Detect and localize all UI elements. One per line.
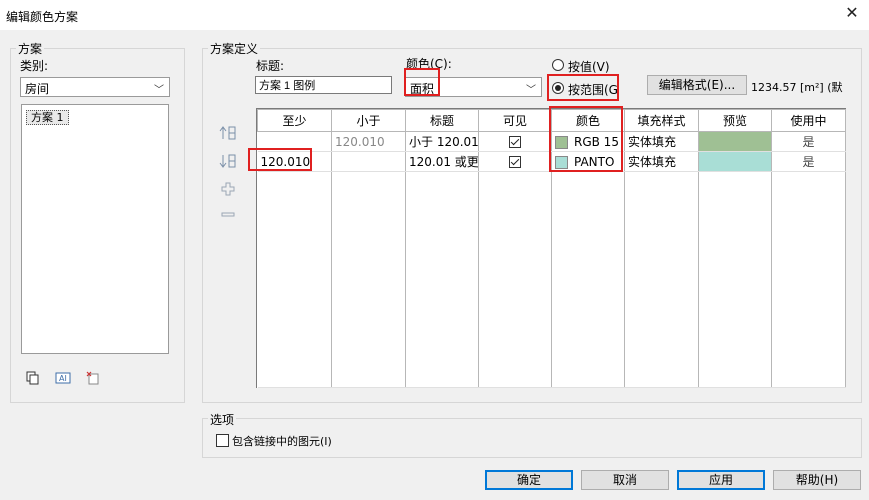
delete-icon[interactable]	[84, 369, 102, 387]
include-links-label: 包含链接中的图元(I)	[232, 435, 332, 448]
title-bar	[0, 0, 869, 30]
rename-icon[interactable]: AI	[54, 369, 72, 387]
title-label: 标题:	[256, 59, 285, 73]
insert-below-icon[interactable]	[219, 152, 237, 170]
caption-cell[interactable]: 120.01 或更	[405, 151, 479, 172]
visible-checkbox[interactable]	[509, 136, 521, 148]
column-header-at-least[interactable]: 至少	[257, 109, 332, 132]
scheme-group-label: 方案	[16, 40, 45, 57]
highlight-box	[547, 74, 619, 101]
fill-pattern-cell[interactable]: 实体填充	[624, 151, 699, 172]
insert-above-icon[interactable]	[219, 124, 237, 142]
help-button[interactable]: 帮助(H)	[773, 470, 861, 490]
svg-text:AI: AI	[59, 374, 67, 383]
scheme-list[interactable]: 方案 1	[21, 104, 169, 354]
include-links-checkbox[interactable]	[216, 434, 229, 447]
by-value-label: 按值(V)	[568, 60, 610, 74]
column-header-preview[interactable]: 预览	[698, 109, 772, 132]
visible-cell	[478, 151, 552, 172]
legend-title-input[interactable]	[255, 76, 392, 94]
by-value-radio[interactable]	[552, 59, 564, 71]
options-group-label: 选项	[208, 411, 237, 428]
window-title: 编辑颜色方案	[6, 10, 79, 24]
column-header-visible[interactable]: 可见	[478, 109, 552, 132]
ok-button[interactable]: 确定	[485, 470, 573, 490]
scheme-list-item[interactable]: 方案 1	[26, 110, 69, 125]
in-use-cell: 是	[771, 131, 846, 152]
apply-button[interactable]: 应用	[677, 470, 765, 490]
visible-cell	[478, 131, 552, 152]
format-example: 1234.57 [m²] (默	[751, 81, 843, 94]
column-header-caption[interactable]: 标题	[405, 109, 479, 132]
add-value-icon[interactable]	[219, 180, 237, 198]
caption-cell[interactable]: 小于 120.01	[405, 131, 479, 152]
visible-checkbox[interactable]	[509, 156, 521, 168]
highlight-box	[549, 106, 623, 172]
preview-cell	[698, 151, 772, 172]
category-value: 房间	[25, 82, 50, 96]
less-than-cell[interactable]: 120.010	[331, 131, 406, 152]
edit-format-button[interactable]: 编辑格式(E)...	[647, 75, 747, 95]
table-empty-area	[257, 171, 846, 388]
category-label: 类别:	[20, 59, 49, 73]
duplicate-icon[interactable]	[24, 369, 42, 387]
column-header-in-use[interactable]: 使用中	[771, 109, 846, 132]
in-use-cell: 是	[771, 151, 846, 172]
chevron-down-icon: ﹀	[526, 85, 536, 96]
definition-group-label: 方案定义	[208, 40, 261, 57]
cancel-button[interactable]: 取消	[581, 470, 669, 490]
chevron-down-icon: ﹀	[154, 85, 164, 96]
less-than-cell[interactable]	[331, 151, 406, 172]
close-icon[interactable]: ✕	[843, 4, 861, 22]
column-header-fill[interactable]: 填充样式	[624, 109, 699, 132]
highlight-box	[404, 68, 440, 96]
category-select[interactable]: 房间 ﹀	[20, 77, 170, 97]
column-header-less-than[interactable]: 小于	[331, 109, 406, 132]
fill-pattern-cell[interactable]: 实体填充	[624, 131, 699, 152]
preview-cell	[698, 131, 772, 152]
remove-value-icon[interactable]	[219, 206, 237, 224]
highlight-box	[248, 148, 312, 171]
